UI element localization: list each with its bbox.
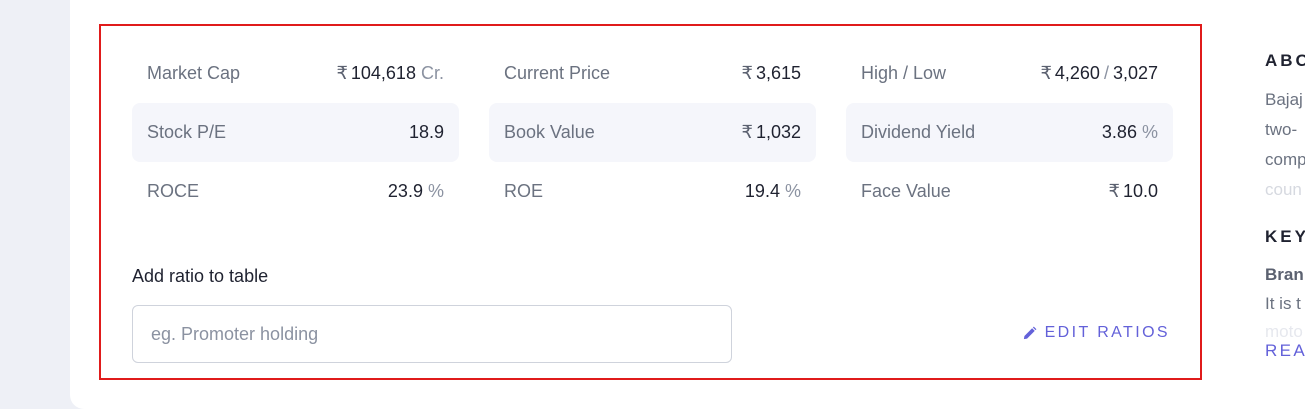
ratio-name: ROE xyxy=(504,181,544,201)
about-sidebar: ABO Bajaj two- comp coun KEY Bran It is … xyxy=(1265,0,1305,409)
ratio-row: ROCE 23.9 % ROE 19.4 % Face Value ₹10.0 xyxy=(132,162,1174,221)
ratio-stock-pe: Stock P/E 18.9 xyxy=(132,103,459,162)
ratio-unit: % xyxy=(427,181,444,201)
add-ratio-label: Add ratio to table xyxy=(132,266,269,286)
about-text-line: comp xyxy=(1265,150,1305,169)
edit-ratios-label: EDIT RATIOS xyxy=(1044,324,1170,341)
ratio-grid: Market Cap ₹104,618 Cr. Current Price ₹3… xyxy=(132,44,1174,221)
edit-ratios-button[interactable]: EDIT RATIOS xyxy=(1022,324,1170,342)
ratio-separator: / xyxy=(1103,63,1109,83)
ratio-number: 3,615 xyxy=(755,63,801,83)
rupee-icon: ₹ xyxy=(1108,181,1120,201)
ratio-market-cap: Market Cap ₹104,618 Cr. xyxy=(132,44,459,103)
ratio-value: ₹3,615 xyxy=(742,63,802,84)
ratio-book-value: Book Value ₹1,032 xyxy=(489,103,816,162)
key-point-text-faded: moto xyxy=(1265,322,1303,341)
ratio-name: Stock P/E xyxy=(147,122,227,142)
read-more-link[interactable]: REA xyxy=(1265,341,1305,361)
ratio-value: ₹104,618 Cr. xyxy=(336,63,444,84)
add-ratio-search-input[interactable] xyxy=(132,305,732,363)
about-heading: ABO xyxy=(1265,51,1305,70)
ratio-name: ROCE xyxy=(147,181,200,201)
ratio-row: Market Cap ₹104,618 Cr. Current Price ₹3… xyxy=(132,44,1174,103)
ratio-name: Current Price xyxy=(504,63,611,83)
ratio-value: 3.86 % xyxy=(1102,122,1158,143)
ratio-value: 18.9 xyxy=(409,122,444,143)
about-text-line: Bajaj xyxy=(1265,90,1303,109)
ratio-unit: Cr. xyxy=(420,63,444,83)
ratio-value: 23.9 % xyxy=(388,181,444,202)
pencil-icon xyxy=(1022,326,1037,341)
ratio-number: 18.9 xyxy=(408,122,444,142)
rupee-icon: ₹ xyxy=(741,122,753,142)
ratio-number: 3.86 xyxy=(1101,122,1137,142)
ratio-face-value: Face Value ₹10.0 xyxy=(846,162,1173,221)
about-text-line: coun xyxy=(1265,180,1302,199)
ratio-roe: ROE 19.4 % xyxy=(489,162,816,221)
ratio-low: 3,027 xyxy=(1112,63,1158,83)
ratio-number: 1,032 xyxy=(755,122,801,142)
about-text-line: two- xyxy=(1265,120,1298,139)
key-point-title: Bran xyxy=(1265,265,1304,284)
ratio-number: 10.0 xyxy=(1122,181,1158,201)
ratio-value: ₹4,260/3,027 xyxy=(1040,63,1158,84)
ratio-value: ₹1,032 xyxy=(742,122,802,143)
ratio-number: 104,618 xyxy=(350,63,416,83)
ratio-high-low: High / Low ₹4,260/3,027 xyxy=(846,44,1173,103)
ratio-dividend-yield: Dividend Yield 3.86 % xyxy=(846,103,1173,162)
ratio-name: Dividend Yield xyxy=(861,122,976,142)
ratio-unit: % xyxy=(784,181,801,201)
ratio-unit: % xyxy=(1141,122,1158,142)
ratio-high: 4,260 xyxy=(1054,63,1100,83)
ratio-value: ₹10.0 xyxy=(1109,181,1159,202)
ratio-name: High / Low xyxy=(861,63,947,83)
ratio-name: Face Value xyxy=(861,181,951,201)
key-point-text: It is t xyxy=(1265,294,1301,313)
key-points-heading: KEY xyxy=(1265,227,1305,246)
ratio-roce: ROCE 23.9 % xyxy=(132,162,459,221)
rupee-icon: ₹ xyxy=(336,63,348,83)
ratio-number: 19.4 xyxy=(744,181,780,201)
ratio-number: 23.9 xyxy=(387,181,423,201)
company-ratios-panel: Market Cap ₹104,618 Cr. Current Price ₹3… xyxy=(99,24,1202,380)
rupee-icon: ₹ xyxy=(741,63,753,83)
ratio-name: Book Value xyxy=(504,122,595,142)
ratio-name: Market Cap xyxy=(147,63,241,83)
rupee-icon: ₹ xyxy=(1040,63,1052,83)
ratio-row: Stock P/E 18.9 Book Value ₹1,032 Dividen… xyxy=(132,103,1174,162)
ratio-value: 19.4 % xyxy=(745,181,801,202)
ratio-current-price: Current Price ₹3,615 xyxy=(489,44,816,103)
